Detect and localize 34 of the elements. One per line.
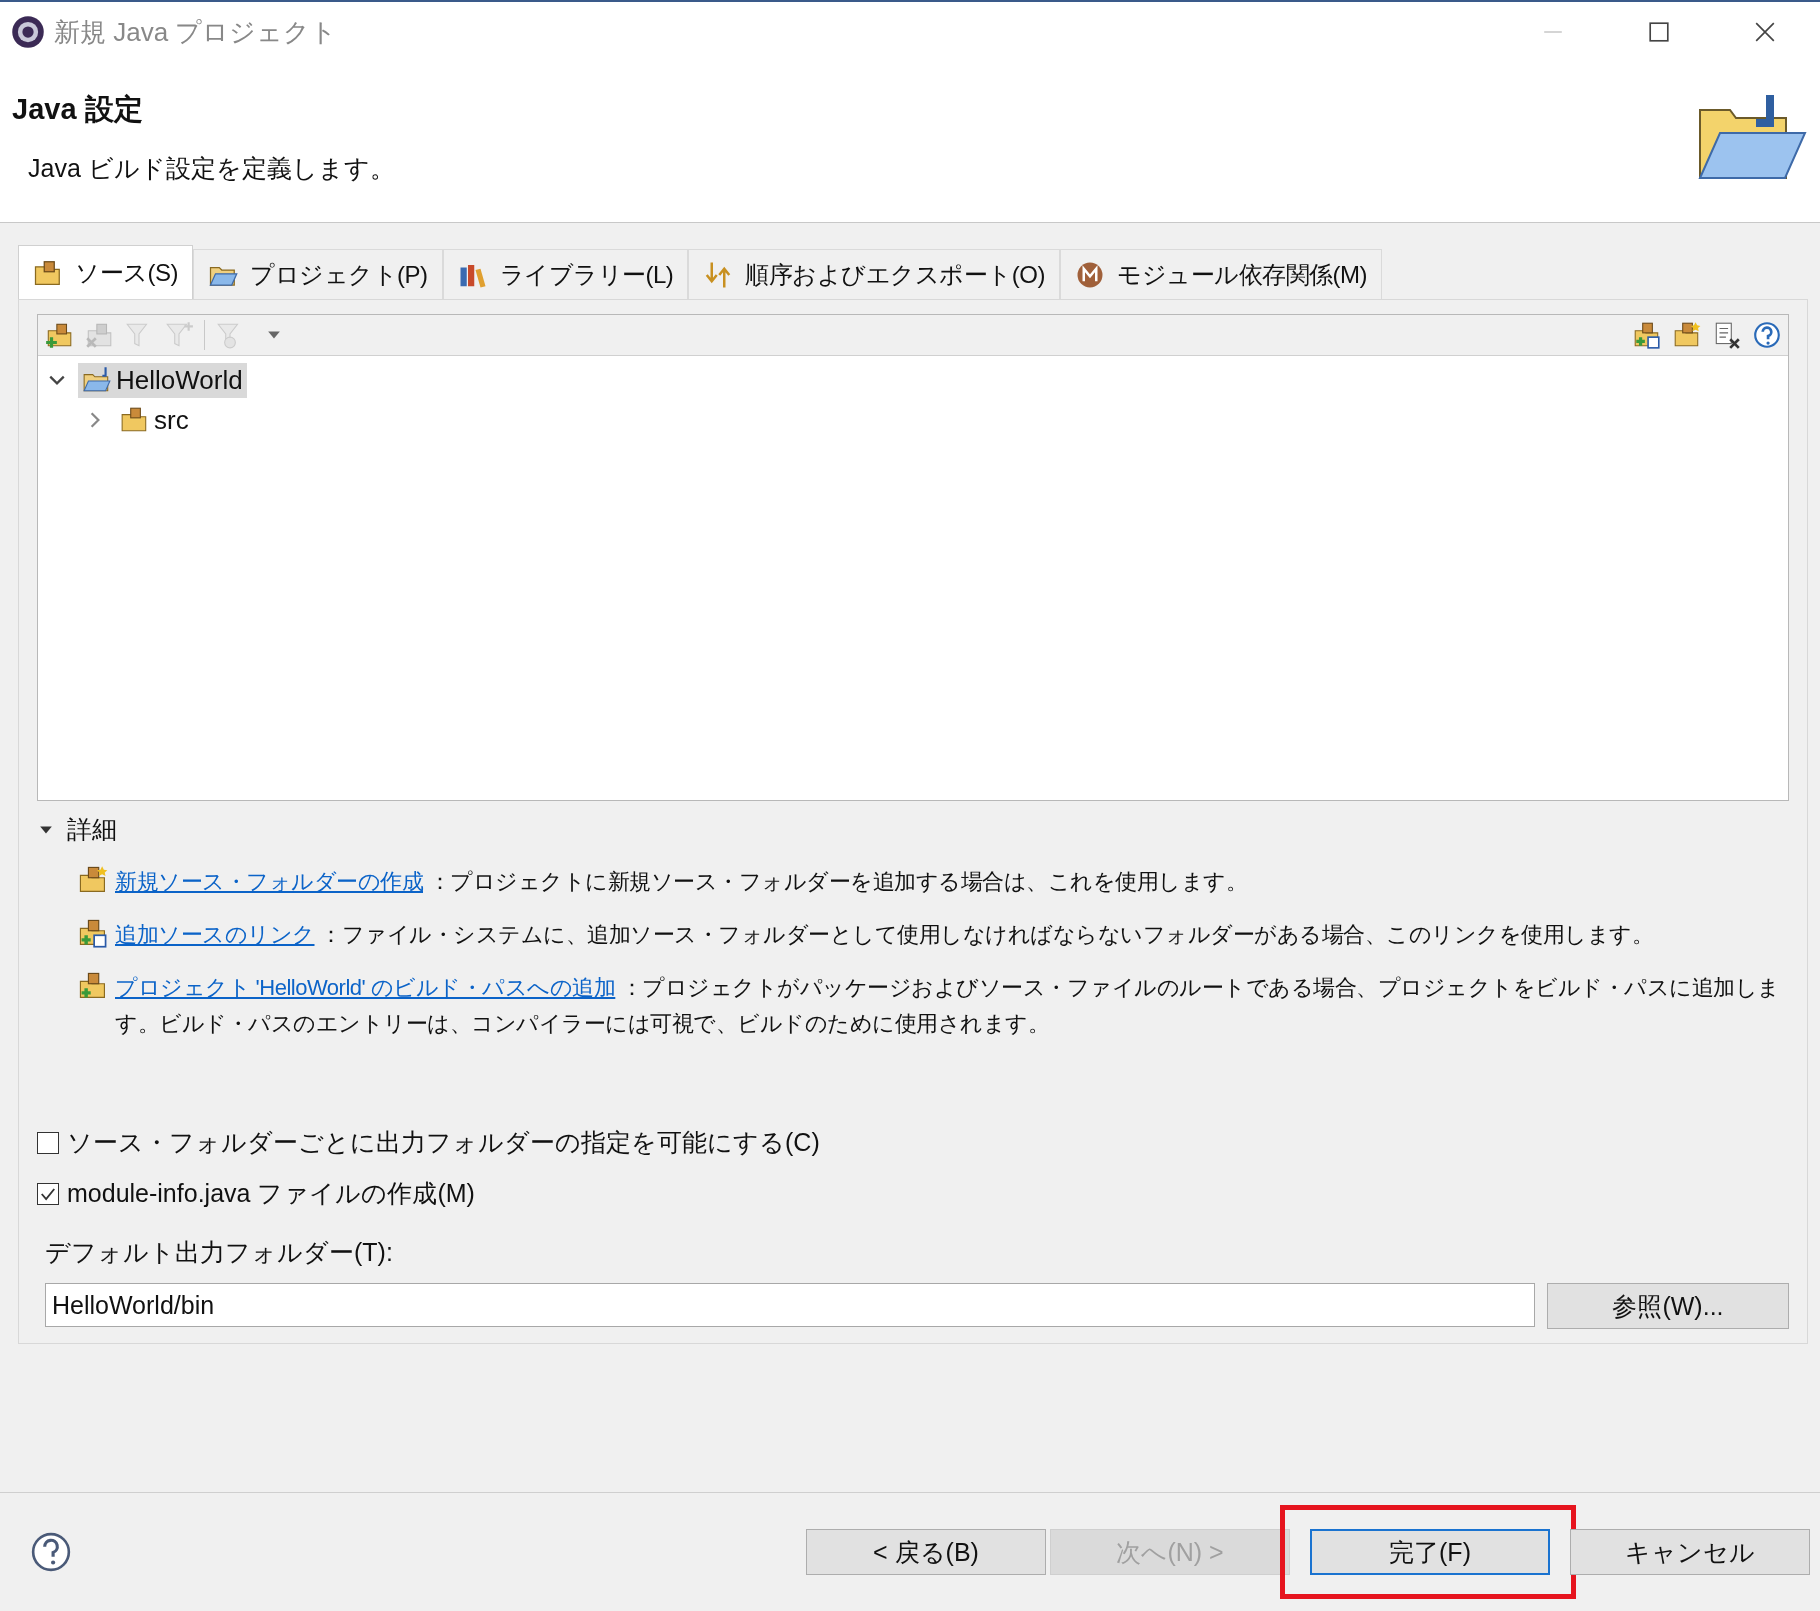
link[interactable]: プロジェクト 'HelloWorld' のビルド・パスへの追加 (115, 975, 616, 1000)
page-title: Java 設定 (12, 92, 144, 127)
checkbox[interactable] (37, 1131, 59, 1154)
link-folder-icon (77, 917, 109, 949)
tab[interactable]: モジュール依存関係(M) (1060, 249, 1382, 299)
dialog-button[interactable]: 完了(F) (1310, 1529, 1550, 1575)
page-description: Java ビルド設定を定義します。 (28, 153, 395, 184)
section-title: 詳細 (67, 814, 117, 845)
tab[interactable]: ライブラリー(L) (442, 249, 689, 299)
description-text: 新規ソース・フォルダーの作成 ：プロジェクトに新規ソース・フォルダーを追加する場合は、これを使用します。 (115, 868, 1248, 896)
tab[interactable]: プロジェクト(P) (193, 249, 443, 299)
link[interactable]: 追加ソースのリンク (115, 922, 315, 947)
maximize-icon[interactable] (1648, 21, 1670, 43)
help-icon[interactable] (30, 1531, 72, 1573)
app-icon (10, 14, 46, 50)
window-title: 新規 Java プロジェクト (54, 15, 338, 49)
tab[interactable]: 順序およびエクスポート(O) (688, 249, 1060, 299)
close-icon[interactable] (1754, 21, 1776, 43)
tree-item[interactable]: HelloWorld (78, 362, 247, 398)
dialog-button[interactable]: < 戻る(B) (806, 1529, 1046, 1575)
help-icon[interactable] (1752, 320, 1782, 350)
tree-item[interactable]: src (116, 402, 193, 438)
link-folder-icon[interactable] (1632, 320, 1662, 350)
field-label: デフォルト出力フォルダー(T): (45, 1237, 394, 1268)
input-field[interactable]: HelloWorld/bin (45, 1283, 1535, 1327)
checkbox[interactable] (37, 1182, 59, 1205)
checkbox-label: module-info.java ファイルの作成(M) (67, 1178, 475, 1209)
dialog-button[interactable]: キャンセル (1570, 1529, 1810, 1575)
tab[interactable]: ソース(S) (18, 245, 193, 299)
description-text: プロジェクト 'HelloWorld' のビルド・パスへの追加 ：プロジェクトがパッケージおよびソース・ファイルのルートである場合、プロジェクトをビルド・パスに追加します。ビルド・パスのエントリーは、コンパイラーには可視で、ビルドのために使用されます。 (115, 974, 1781, 1038)
checkbox-label: ソース・フォルダーごとに出力フォルダーの指定を可能にする(C) (67, 1127, 820, 1158)
link[interactable]: 新規ソース・フォルダーの作成 (115, 869, 423, 894)
description-text: 追加ソースのリンク ：ファイル・システムに、追加ソース・フォルダーとして使用しなければならないフォルダーがある場合、このリンクを使用します。 (115, 921, 1654, 949)
browse-button[interactable]: 参照(W)... (1547, 1283, 1789, 1329)
